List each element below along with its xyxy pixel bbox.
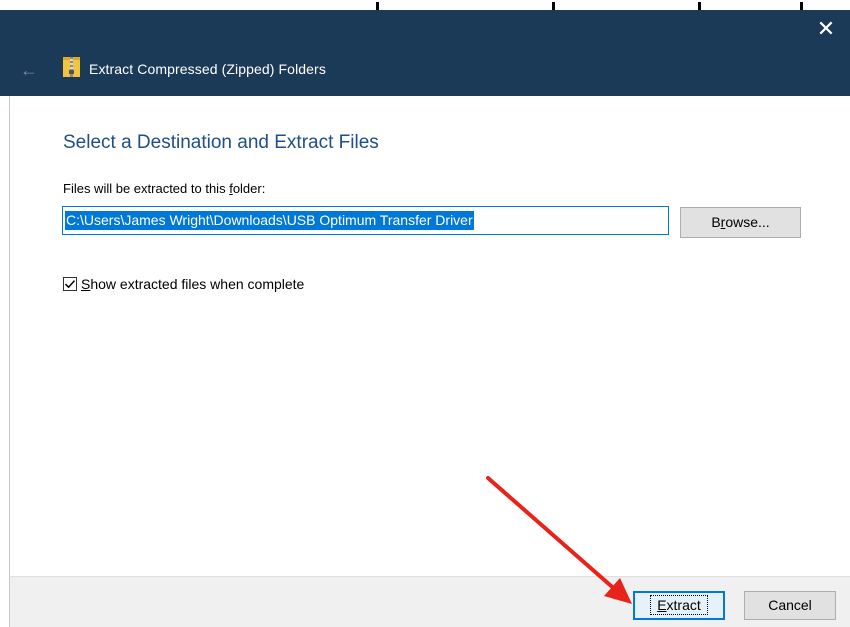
dialog-content: Select a Destination and Extract Files F… xyxy=(9,96,850,576)
show-files-option[interactable]: Show extracted files when complete xyxy=(63,275,304,293)
destination-label: Files will be extracted to this folder: xyxy=(63,181,265,196)
extract-label: xtract xyxy=(666,597,701,613)
show-files-checkbox[interactable] xyxy=(63,277,77,291)
window-title: Extract Compressed (Zipped) Folders xyxy=(89,61,326,77)
cropped-glyph xyxy=(698,2,701,10)
zip-folder-icon xyxy=(63,57,80,77)
show-files-label-text: how extracted files when complete xyxy=(90,276,305,292)
checkmark-icon xyxy=(64,280,76,289)
selected-path-text: C:\Users\James Wright\Downloads\USB Opti… xyxy=(65,211,474,230)
show-files-label: Show extracted files when complete xyxy=(81,276,304,292)
cropped-glyph xyxy=(376,2,379,10)
cropped-text-strip xyxy=(0,0,850,10)
extract-accelerator: E xyxy=(657,597,667,613)
dialog-footer: Extract Cancel xyxy=(9,576,850,627)
back-button[interactable]: ← xyxy=(14,58,44,82)
browse-label-end: owse... xyxy=(725,214,770,230)
extract-button[interactable]: Extract xyxy=(633,591,725,620)
cancel-label: Cancel xyxy=(768,597,812,613)
title-bar: ✕ ← Extract Compressed (Zipped) Folders xyxy=(0,10,850,96)
destination-path-input[interactable]: C:\Users\James Wright\Downloads\USB Opti… xyxy=(62,206,669,235)
browse-button[interactable]: Browse... xyxy=(680,207,801,238)
destination-label-text-end: older: xyxy=(232,181,266,196)
cropped-glyph xyxy=(552,2,555,10)
destination-label-text: Files will be extracted to this xyxy=(63,181,230,196)
extract-focus-ring: Extract xyxy=(650,595,708,615)
cancel-button[interactable]: Cancel xyxy=(744,591,836,620)
close-icon: ✕ xyxy=(816,16,836,41)
back-arrow-icon: ← xyxy=(20,60,38,80)
close-button[interactable]: ✕ xyxy=(808,14,844,44)
page-title: Select a Destination and Extract Files xyxy=(63,132,379,153)
show-files-accelerator: S xyxy=(81,276,91,292)
browse-label-start: B xyxy=(711,214,721,230)
cropped-glyph xyxy=(800,2,803,10)
